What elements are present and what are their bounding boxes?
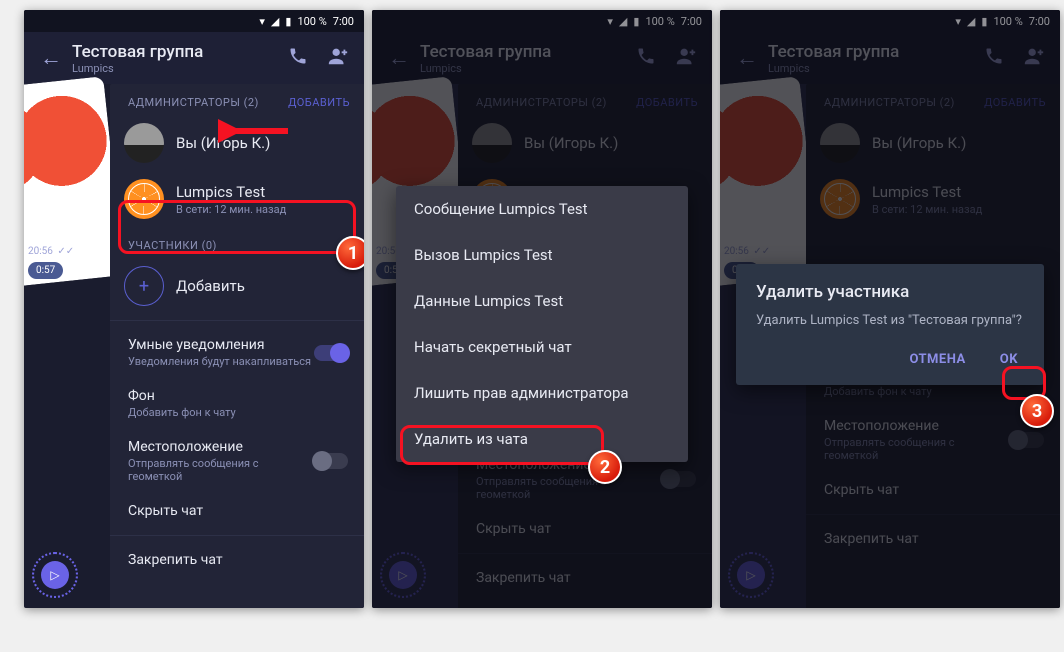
setting-title: Местоположение — [128, 439, 314, 455]
back-icon[interactable]: ← — [30, 45, 72, 71]
setting-location[interactable]: Местоположение Отправлять сообщения с ге… — [110, 429, 364, 493]
cancel-button[interactable]: ОТМЕНА — [903, 344, 971, 375]
screen-1: ▾ ◢ ▮ 100 % 7:00 ← Тестовая группа Lumpi… — [24, 10, 364, 608]
add-member-label: Добавить — [176, 277, 245, 295]
dialog-title: Удалить участника — [756, 282, 1024, 302]
setting-smart-notifications[interactable]: Умные уведомления Уведомления будут нака… — [110, 327, 364, 378]
annotation-step-3: 3 — [1020, 394, 1054, 428]
annotation-step-1: 1 — [336, 236, 364, 270]
admin-status: В сети: 12 мин. назад — [176, 203, 286, 216]
avatar — [124, 179, 164, 219]
ctx-call[interactable]: Вызов Lumpics Test — [396, 232, 688, 278]
setting-background[interactable]: Фон Добавить фон к чату — [110, 378, 364, 429]
screen-3: ▾ ◢ ▮ 100 % 7:00 ← Тестовая группа Lumpi… — [720, 10, 1060, 608]
call-icon[interactable] — [278, 46, 318, 71]
setting-title: Умные уведомления — [128, 337, 314, 353]
ctx-message[interactable]: Сообщение Lumpics Test — [396, 186, 688, 232]
setting-subtitle: Отправлять сообщения с геометкой — [128, 457, 314, 483]
add-person-icon[interactable] — [318, 45, 358, 72]
chat-subtitle: Lumpics — [72, 62, 278, 75]
setting-hide-chat[interactable]: Скрыть чат — [110, 493, 364, 529]
fab-play[interactable]: ▷ — [32, 552, 78, 598]
ctx-remove-from-chat[interactable]: Удалить из чата — [396, 416, 688, 462]
annotation-arrow — [218, 118, 290, 144]
dialog-body: Удалить Lumpics Test из "Тестовая группа… — [756, 312, 1024, 330]
ctx-secret-chat[interactable]: Начать секретный чат — [396, 324, 688, 370]
signal-icon: ◢ — [271, 15, 279, 28]
admin-row-lumpics[interactable]: Lumpics Test В сети: 12 мин. назад — [110, 171, 364, 227]
chat-background-image — [24, 76, 124, 292]
ctx-info[interactable]: Данные Lumpics Test — [396, 278, 688, 324]
info-panel: АДМИНИСТРАТОРЫ (2) ДОБАВИТЬ Вы (Игорь К.… — [110, 84, 364, 608]
setting-title: Закрепить чат — [128, 552, 223, 568]
setting-pin-chat[interactable]: Закрепить чат — [110, 542, 364, 578]
voice-msg-duration: 0:57 — [28, 262, 63, 279]
annotation-step-2: 2 — [588, 450, 622, 484]
context-menu: Сообщение Lumpics Test Вызов Lumpics Tes… — [396, 186, 688, 462]
setting-subtitle: Добавить фон к чату — [128, 406, 318, 419]
ctx-revoke-admin[interactable]: Лишить прав администратора — [396, 370, 688, 416]
setting-subtitle: Уведомления будут накапливаться — [128, 355, 314, 368]
msg-timestamp: 20:56 ✓✓ — [28, 246, 74, 257]
battery-percent: 100 % — [297, 15, 326, 28]
plus-icon: + — [124, 266, 164, 306]
avatar — [124, 123, 164, 163]
ok-button[interactable]: OK — [994, 344, 1024, 375]
add-admin-link[interactable]: ДОБАВИТЬ — [288, 96, 350, 109]
admins-section-label: АДМИНИСТРАТОРЫ (2) — [128, 96, 259, 109]
wifi-icon: ▾ — [259, 15, 265, 28]
chat-title: Тестовая группа — [72, 42, 278, 62]
battery-icon: ▮ — [285, 15, 291, 28]
add-member-button[interactable]: + Добавить — [110, 258, 364, 314]
toggle-on[interactable] — [314, 345, 348, 361]
members-section-label: УЧАСТНИКИ (0) — [128, 239, 217, 252]
setting-title: Скрыть чат — [128, 503, 203, 519]
toggle-off[interactable] — [314, 453, 348, 469]
play-icon: ▷ — [41, 561, 69, 589]
status-bar: ▾ ◢ ▮ 100 % 7:00 — [24, 10, 364, 32]
setting-title: Фон — [128, 388, 348, 404]
app-header: ← Тестовая группа Lumpics — [24, 32, 364, 84]
confirm-dialog: Удалить участника Удалить Lumpics Test и… — [736, 264, 1044, 385]
admin-name: Lumpics Test — [176, 183, 286, 201]
clock: 7:00 — [333, 15, 354, 28]
screen-2: ▾ ◢ ▮ 100 % 7:00 ← Тестовая группа Lumpi… — [372, 10, 712, 608]
